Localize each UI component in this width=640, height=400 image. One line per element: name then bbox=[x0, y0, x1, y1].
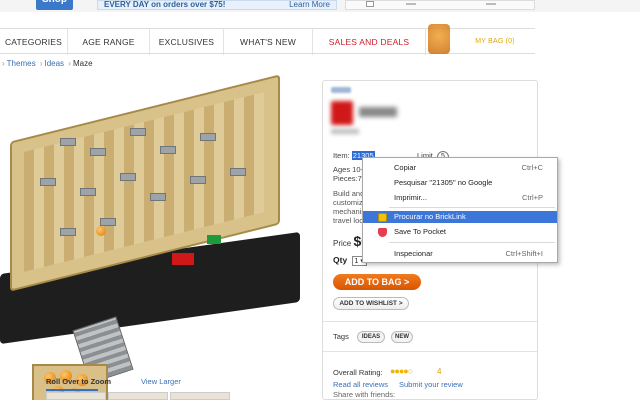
menu-separator bbox=[389, 242, 555, 243]
divider bbox=[323, 351, 537, 352]
nav-categories[interactable]: CATEGORIES bbox=[0, 29, 68, 55]
maze-brick bbox=[60, 138, 76, 146]
tag-ideas[interactable]: IDEAS bbox=[357, 331, 385, 343]
maze-brick bbox=[80, 188, 96, 196]
blurred-badge bbox=[331, 87, 351, 93]
menu-item-label: Save To Pocket bbox=[394, 227, 446, 236]
menu-item-label: Imprimir... bbox=[394, 193, 427, 202]
menu-item-search-google[interactable]: Pesquisar "21305" no Google bbox=[363, 177, 557, 189]
context-menu: Copiar Ctrl+C Pesquisar "21305" no Googl… bbox=[362, 157, 558, 263]
thumbnail-selected-indicator bbox=[46, 389, 98, 391]
maze-brick bbox=[100, 218, 116, 226]
bricklink-icon bbox=[378, 213, 387, 222]
nav-my-bag[interactable]: MY BAG (0) bbox=[460, 29, 530, 55]
breadcrumb-themes[interactable]: Themes bbox=[7, 59, 36, 68]
promo-learn-more-link[interactable]: Learn More bbox=[289, 0, 330, 9]
maze-green-tile bbox=[207, 235, 221, 244]
store-logo[interactable]: Shop bbox=[36, 0, 73, 10]
rating-value: 4 bbox=[437, 367, 442, 376]
promo-text: EVERY DAY on orders over $75! bbox=[104, 0, 226, 9]
blurred-product-title bbox=[359, 107, 397, 117]
view-larger-link[interactable]: View Larger bbox=[141, 377, 181, 386]
breadcrumb-ideas[interactable]: Ideas bbox=[44, 59, 64, 68]
menu-item-shortcut: Ctrl+P bbox=[521, 193, 543, 202]
menu-item-inspect[interactable]: Inspecionar Ctrl+Shift+I bbox=[363, 248, 557, 260]
main-nav: CATEGORIES AGE RANGE EXCLUSIVES WHAT'S N… bbox=[0, 28, 535, 55]
add-to-bag-button[interactable]: ADD TO BAG > bbox=[333, 274, 421, 290]
quantity-label: Qty bbox=[333, 255, 348, 265]
rating-label: Overall Rating: bbox=[333, 368, 383, 377]
promo-banner: EVERY DAY on orders over $75! Learn More bbox=[97, 0, 337, 10]
maze-brick bbox=[120, 173, 136, 181]
menu-item-label: Pesquisar "21305" no Google bbox=[394, 178, 493, 187]
blurred-brand-logo bbox=[331, 101, 353, 125]
maze-brick bbox=[200, 133, 216, 141]
thumbnail[interactable] bbox=[108, 392, 168, 400]
account-box[interactable] bbox=[345, 0, 535, 10]
menu-item-print[interactable]: Imprimir... Ctrl+P bbox=[363, 192, 557, 204]
nav-age-range[interactable]: AGE RANGE bbox=[68, 29, 150, 55]
breadcrumb: › Themes › Ideas › Maze bbox=[0, 59, 93, 68]
maze-brick bbox=[90, 148, 106, 156]
maze-brick bbox=[190, 176, 206, 184]
menu-item-shortcut: Ctrl+C bbox=[521, 163, 543, 172]
menu-item-save-to-pocket[interactable]: Save To Pocket bbox=[363, 226, 557, 238]
share-label: Share with friends: bbox=[333, 390, 396, 399]
add-to-wishlist-button[interactable]: ADD TO WISHLIST > bbox=[333, 297, 409, 310]
tags-label: Tags bbox=[333, 332, 349, 341]
maze-brick bbox=[150, 193, 166, 201]
ages-label: Ages 10- bbox=[333, 165, 364, 174]
price-label: Price bbox=[333, 239, 352, 248]
nav-sales-and-deals[interactable]: SALES AND DEALS bbox=[313, 29, 426, 55]
submit-review-link[interactable]: Submit your review bbox=[399, 380, 463, 389]
account-link[interactable] bbox=[406, 3, 416, 5]
maze-brick bbox=[40, 178, 56, 186]
checkbox-icon[interactable] bbox=[366, 1, 374, 7]
pocket-icon bbox=[378, 228, 387, 237]
top-strip: Shop EVERY DAY on orders over $75! Learn… bbox=[0, 0, 640, 12]
read-all-reviews-link[interactable]: Read all reviews bbox=[333, 380, 388, 389]
divider bbox=[323, 321, 537, 322]
maze-red-tile bbox=[172, 253, 194, 265]
maze-brick bbox=[160, 146, 176, 154]
menu-item-label: Inspecionar bbox=[394, 249, 433, 258]
bag-icon[interactable] bbox=[428, 24, 450, 54]
rating-stars-icon: ●●●●○ bbox=[390, 366, 413, 376]
blurred-subtitle bbox=[331, 129, 359, 134]
tag-new[interactable]: NEW bbox=[391, 331, 413, 343]
menu-item-label: Copiar bbox=[394, 163, 417, 172]
nav-whats-new[interactable]: WHAT'S NEW bbox=[224, 29, 313, 55]
roll-over-zoom-label: Roll Over to Zoom bbox=[46, 377, 112, 386]
signin-link[interactable] bbox=[486, 3, 496, 5]
menu-separator bbox=[389, 207, 555, 208]
maze-brick bbox=[130, 128, 146, 136]
breadcrumb-separator: › bbox=[2, 59, 5, 68]
product-image[interactable] bbox=[0, 74, 305, 400]
maze-ball bbox=[96, 226, 106, 236]
thumbnail[interactable] bbox=[46, 392, 106, 400]
maze-brick bbox=[230, 168, 246, 176]
breadcrumb-current: Maze bbox=[72, 59, 93, 68]
breadcrumb-separator: › bbox=[68, 59, 71, 68]
menu-item-copy[interactable]: Copiar Ctrl+C bbox=[363, 162, 557, 174]
maze-brick bbox=[60, 228, 76, 236]
menu-item-shortcut: Ctrl+Shift+I bbox=[505, 249, 543, 258]
menu-item-label: Procurar no BrickLink bbox=[394, 212, 466, 221]
thumbnail[interactable] bbox=[170, 392, 230, 400]
item-label: Item: bbox=[333, 151, 350, 160]
nav-exclusives[interactable]: EXCLUSIVES bbox=[150, 29, 224, 55]
pieces-label: Pieces: bbox=[333, 174, 358, 183]
menu-item-search-bricklink[interactable]: Procurar no BrickLink bbox=[363, 211, 557, 223]
